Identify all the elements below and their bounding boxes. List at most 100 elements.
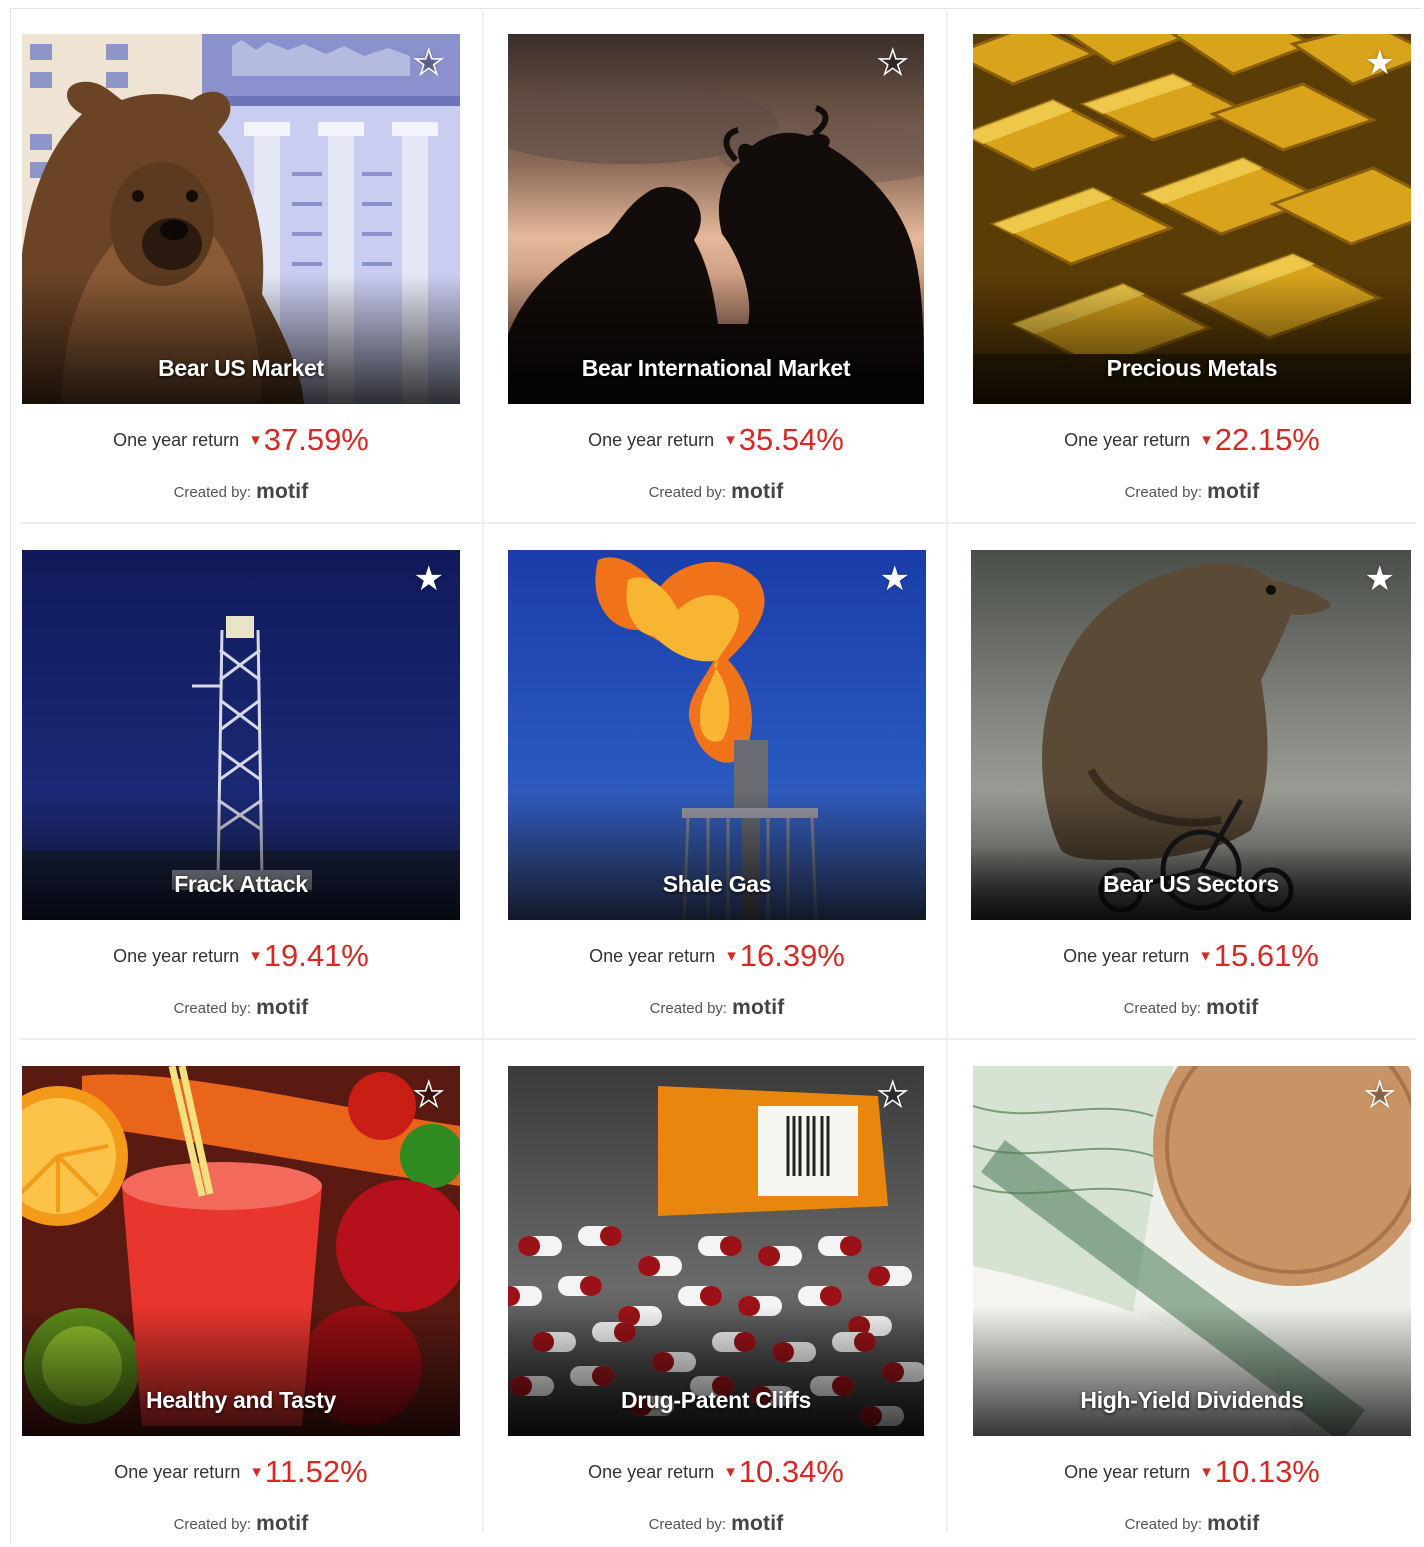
- motif-card[interactable]: Bear International Market ★ One year ret…: [508, 34, 924, 508]
- created-by-label: Created by:: [1123, 999, 1202, 1017]
- creator-link[interactable]: motif: [732, 996, 784, 1020]
- motif-thumbnail[interactable]: Shale Gas ★: [508, 550, 926, 920]
- down-arrow-icon: ▾: [252, 1462, 261, 1481]
- created-by-label: Created by:: [1124, 483, 1203, 501]
- return-value: ▾ 37.59%: [251, 422, 369, 458]
- return-label: One year return: [113, 945, 240, 966]
- motif-title: High-Yield Dividends: [1080, 1387, 1304, 1413]
- creator-link[interactable]: motif: [731, 480, 783, 504]
- return-label: One year return: [588, 1461, 715, 1482]
- favorite-star-icon[interactable]: ★: [413, 45, 445, 81]
- favorite-star-icon[interactable]: ★: [1364, 1077, 1396, 1113]
- motif-thumbnail[interactable]: High-Yield Dividends ★: [973, 1066, 1411, 1436]
- created-by: Created by: motif: [973, 1508, 1411, 1540]
- creator-link[interactable]: motif: [731, 1512, 783, 1536]
- motif-card[interactable]: Healthy and Tasty ★ One year return ▾ 11…: [22, 1066, 460, 1540]
- motif-card[interactable]: Frack Attack ★ One year return ▾ 19.41% …: [22, 550, 460, 1024]
- creator-link[interactable]: motif: [256, 1512, 308, 1536]
- title-shade: [971, 790, 1411, 920]
- return-percent: 19.41%: [263, 938, 369, 973]
- row-divider: [20, 522, 1416, 524]
- motif-thumbnail[interactable]: Frack Attack ★: [22, 550, 460, 920]
- return-value: ▾ 19.41%: [251, 938, 369, 974]
- created-by-label: Created by:: [173, 483, 252, 501]
- return-percent: 15.61%: [1213, 938, 1319, 973]
- motif-thumbnail[interactable]: Healthy and Tasty ★: [22, 1066, 460, 1436]
- title-shade: [508, 790, 926, 920]
- created-by: Created by: motif: [22, 476, 460, 508]
- title-shade: [973, 274, 1411, 404]
- motif-title: Shale Gas: [662, 871, 772, 897]
- return-percent: 10.13%: [1214, 1454, 1320, 1489]
- created-by: Created by: motif: [508, 992, 926, 1024]
- created-by-label: Created by:: [649, 999, 728, 1017]
- creator-link[interactable]: motif: [1207, 480, 1259, 504]
- created-by-label: Created by:: [173, 1515, 252, 1533]
- motif-thumbnail[interactable]: Drug-Patent Cliffs ★: [508, 1066, 924, 1436]
- return-label: One year return: [1063, 945, 1190, 966]
- motif-card[interactable]: High-Yield Dividends ★ One year return ▾…: [973, 1066, 1411, 1540]
- motif-title: Healthy and Tasty: [145, 1387, 337, 1413]
- created-by: Created by: motif: [22, 1508, 460, 1540]
- favorite-star-icon[interactable]: ★: [1365, 46, 1395, 80]
- return-label: One year return: [589, 945, 716, 966]
- title-shade: [22, 790, 460, 920]
- one-year-return: One year return ▾ 35.54%: [508, 404, 924, 476]
- title-shade: [508, 1306, 924, 1436]
- return-percent: 16.39%: [739, 938, 845, 973]
- creator-link[interactable]: motif: [1206, 996, 1258, 1020]
- motif-card[interactable]: Precious Metals ★ One year return ▾ 22.1…: [973, 34, 1411, 508]
- created-by: Created by: motif: [508, 1508, 924, 1540]
- motif-thumbnail[interactable]: Bear US Market ★: [22, 34, 460, 404]
- one-year-return: One year return ▾ 37.59%: [22, 404, 460, 476]
- favorite-star-icon[interactable]: ★: [877, 1077, 909, 1113]
- motif-thumbnail[interactable]: Bear US Sectors ★: [971, 550, 1411, 920]
- motif-thumbnail[interactable]: Bear International Market ★: [508, 34, 924, 404]
- favorite-star-icon[interactable]: ★: [1365, 562, 1395, 596]
- created-by: Created by: motif: [973, 476, 1411, 508]
- motif-title: Bear US Sectors: [1103, 871, 1279, 897]
- one-year-return: One year return ▾ 16.39%: [508, 920, 926, 992]
- motif-card[interactable]: Shale Gas ★ One year return ▾ 16.39% Cre…: [508, 550, 926, 1024]
- created-by-label: Created by:: [173, 999, 252, 1017]
- return-percent: 10.34%: [738, 1454, 844, 1489]
- motif-title: Bear US Market: [158, 355, 324, 381]
- creator-link[interactable]: motif: [1207, 1512, 1259, 1536]
- favorite-star-icon[interactable]: ★: [414, 562, 444, 596]
- return-value: ▾ 15.61%: [1201, 938, 1319, 974]
- one-year-return: One year return ▾ 10.13%: [973, 1436, 1411, 1508]
- created-by: Created by: motif: [508, 476, 924, 508]
- favorite-star-icon[interactable]: ★: [880, 562, 910, 596]
- created-by: Created by: motif: [971, 992, 1411, 1024]
- creator-link[interactable]: motif: [256, 480, 308, 504]
- return-label: One year return: [113, 429, 240, 450]
- title-shade: [22, 274, 460, 404]
- favorite-star-icon[interactable]: ★: [413, 1077, 445, 1113]
- motif-title: Frack Attack: [174, 871, 308, 897]
- down-arrow-icon: ▾: [1201, 946, 1210, 965]
- one-year-return: One year return ▾ 19.41%: [22, 920, 460, 992]
- favorite-star-icon[interactable]: ★: [877, 45, 909, 81]
- motif-card[interactable]: Drug-Patent Cliffs ★ One year return ▾ 1…: [508, 1066, 924, 1540]
- one-year-return: One year return ▾ 15.61%: [971, 920, 1411, 992]
- motif-card[interactable]: Bear US Market ★ One year return ▾ 37.59…: [22, 34, 460, 508]
- return-label: One year return: [1064, 429, 1191, 450]
- created-by: Created by: motif: [22, 992, 460, 1024]
- title-shade: [973, 1306, 1411, 1436]
- down-arrow-icon: ▾: [251, 946, 260, 965]
- created-by-label: Created by:: [648, 483, 727, 501]
- title-shade: [22, 1306, 460, 1436]
- down-arrow-icon: ▾: [251, 430, 260, 449]
- return-value: ▾ 10.13%: [1202, 1454, 1320, 1490]
- return-value: ▾ 16.39%: [727, 938, 845, 974]
- motif-thumbnail[interactable]: Precious Metals ★: [973, 34, 1411, 404]
- down-arrow-icon: ▾: [726, 1462, 735, 1481]
- return-percent: 22.15%: [1214, 422, 1320, 457]
- motif-card[interactable]: Bear US Sectors ★ One year return ▾ 15.6…: [971, 550, 1411, 1024]
- one-year-return: One year return ▾ 11.52%: [22, 1436, 460, 1508]
- created-by-label: Created by:: [648, 1515, 727, 1533]
- motif-title: Bear International Market: [581, 355, 851, 381]
- creator-link[interactable]: motif: [256, 996, 308, 1020]
- down-arrow-icon: ▾: [727, 946, 736, 965]
- motif-title: Drug-Patent Cliffs: [620, 1387, 812, 1413]
